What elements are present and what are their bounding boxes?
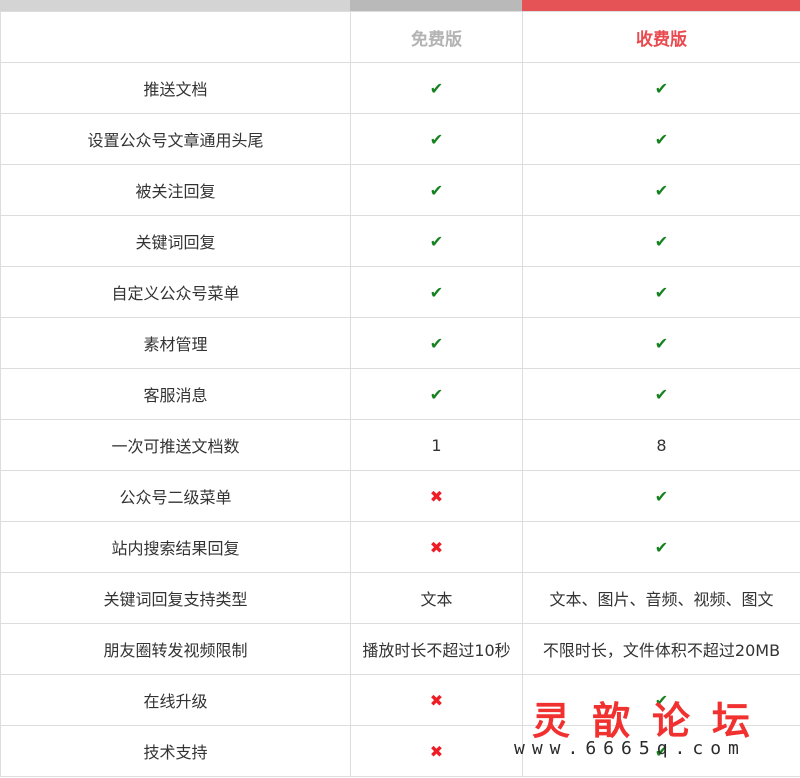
table-row: 朋友圈转发视频限制 播放时长不超过10秒 不限时长，文件体积不超过20MB	[0, 623, 800, 675]
feature-name: 朋友圈转发视频限制	[0, 623, 351, 675]
paid-check-icon: ✔	[522, 317, 800, 369]
paid-check-icon: ✔	[522, 470, 800, 522]
feature-header-cell	[0, 11, 351, 63]
free-check-icon: ✔	[350, 113, 523, 165]
top-accent-bar	[0, 0, 800, 11]
feature-name: 公众号二级菜单	[0, 470, 351, 522]
table-row: 推送文档 ✔ ✔	[0, 62, 800, 114]
free-column-bar	[350, 0, 522, 11]
table-header-row: 免费版 收费版	[0, 11, 800, 63]
free-version-header: 免费版	[350, 11, 523, 63]
paid-version-header: 收费版	[522, 11, 800, 63]
table-row: 自定义公众号菜单 ✔ ✔	[0, 266, 800, 318]
feature-name: 在线升级	[0, 674, 351, 726]
feature-name: 客服消息	[0, 368, 351, 420]
table-row: 公众号二级菜单 ✖ ✔	[0, 470, 800, 522]
free-check-icon: ✔	[350, 215, 523, 267]
feature-name: 关键词回复	[0, 215, 351, 267]
free-value: 1	[350, 419, 523, 471]
paid-check-icon: ✔	[522, 725, 800, 777]
paid-check-icon: ✔	[522, 368, 800, 420]
free-cross-icon: ✖	[350, 470, 523, 522]
free-check-icon: ✔	[350, 164, 523, 216]
table-row: 被关注回复 ✔ ✔	[0, 164, 800, 216]
paid-check-icon: ✔	[522, 266, 800, 318]
table-row: 关键词回复支持类型 文本 文本、图片、音频、视频、图文	[0, 572, 800, 624]
free-check-icon: ✔	[350, 266, 523, 318]
feature-name: 推送文档	[0, 62, 351, 114]
feature-name: 被关注回复	[0, 164, 351, 216]
free-value: 播放时长不超过10秒	[350, 623, 523, 675]
free-cross-icon: ✖	[350, 521, 523, 573]
paid-value: 不限时长，文件体积不超过20MB	[522, 623, 800, 675]
table-row: 关键词回复 ✔ ✔	[0, 215, 800, 267]
paid-check-icon: ✔	[522, 215, 800, 267]
paid-check-icon: ✔	[522, 113, 800, 165]
feature-name: 一次可推送文档数	[0, 419, 351, 471]
feature-name: 技术支持	[0, 725, 351, 777]
free-cross-icon: ✖	[350, 725, 523, 777]
feature-name: 关键词回复支持类型	[0, 572, 351, 624]
paid-check-icon: ✔	[522, 521, 800, 573]
paid-check-icon: ✔	[522, 164, 800, 216]
comparison-table: 免费版 收费版 推送文档 ✔ ✔ 设置公众号文章通用头尾 ✔ ✔ 被关注回复 ✔ ✔ 关键词回复 ✔…	[0, 11, 800, 777]
paid-value: 8	[522, 419, 800, 471]
table-row: 技术支持 ✖ ✔	[0, 725, 800, 777]
free-value: 文本	[350, 572, 523, 624]
feature-name: 设置公众号文章通用头尾	[0, 113, 351, 165]
feature-name: 站内搜索结果回复	[0, 521, 351, 573]
feature-column-bar	[0, 0, 350, 11]
free-cross-icon: ✖	[350, 674, 523, 726]
feature-name: 素材管理	[0, 317, 351, 369]
paid-check-icon: ✔	[522, 62, 800, 114]
table-row: 站内搜索结果回复 ✖ ✔	[0, 521, 800, 573]
table-row: 一次可推送文档数 1 8	[0, 419, 800, 471]
table-row: 客服消息 ✔ ✔	[0, 368, 800, 420]
table-row: 在线升级 ✖ ✔	[0, 674, 800, 726]
feature-name: 自定义公众号菜单	[0, 266, 351, 318]
table-row: 设置公众号文章通用头尾 ✔ ✔	[0, 113, 800, 165]
paid-column-bar	[522, 0, 800, 11]
free-check-icon: ✔	[350, 62, 523, 114]
free-check-icon: ✔	[350, 317, 523, 369]
paid-check-icon: ✔	[522, 674, 800, 726]
free-check-icon: ✔	[350, 368, 523, 420]
table-row: 素材管理 ✔ ✔	[0, 317, 800, 369]
paid-value: 文本、图片、音频、视频、图文	[522, 572, 800, 624]
